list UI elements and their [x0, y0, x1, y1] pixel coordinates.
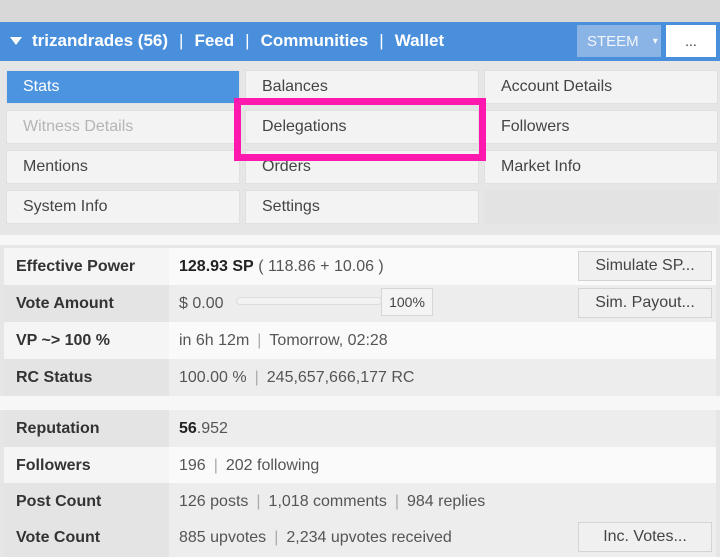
menu-item-settings[interactable]: Settings	[245, 190, 479, 224]
row-effective-power: Effective Power 128.93 SP ( 118.86 + 10.…	[4, 248, 716, 285]
row-label: VP ~> 100 %	[4, 322, 169, 359]
more-button[interactable]: ...	[666, 25, 716, 57]
header-nav: trizandrades (56) | Feed | Communities |…	[10, 31, 444, 51]
rc-value: 245,657,666,177 RC	[266, 368, 415, 386]
row-value: 100.00 % | 245,657,666,177 RC	[169, 359, 716, 396]
row-followers: Followers 196 | 202 following	[4, 447, 716, 484]
row-label: Reputation	[4, 410, 169, 447]
nav-separator: |	[379, 31, 384, 50]
value-separator: |	[256, 492, 261, 510]
row-label: Vote Amount	[4, 285, 169, 322]
row-vote-count: Vote Count 885 upvotes | 2,234 upvotes r…	[4, 519, 716, 557]
effective-power-detail: ( 118.86 + 10.06 )	[258, 257, 384, 275]
value-separator: |	[254, 368, 259, 386]
menu-item-system-info[interactable]: System Info	[6, 190, 240, 224]
row-value: 56.952	[169, 410, 716, 447]
inc-votes-button[interactable]: Inc. Votes...	[578, 522, 712, 552]
network-select[interactable]: STEEM ▾	[577, 25, 661, 57]
row-rc-status: RC Status 100.00 % | 245,657,666,177 RC	[4, 359, 716, 396]
nav-communities[interactable]: Communities	[261, 31, 369, 51]
dropdown-triangle-icon[interactable]	[10, 37, 22, 45]
value-separator: |	[257, 331, 262, 349]
menu-item-mentions[interactable]: Mentions	[6, 150, 240, 184]
vote-weight-slider[interactable]	[236, 297, 382, 305]
following-count: 202 following	[225, 456, 320, 474]
menu-empty-cell	[484, 190, 718, 224]
nav-separator: |	[179, 31, 184, 50]
menu-item-market-info[interactable]: Market Info	[484, 150, 718, 184]
row-label: RC Status	[4, 359, 169, 396]
network-select-value: STEEM	[587, 32, 639, 50]
vote-weight-percent[interactable]: 100%	[381, 288, 433, 316]
upvotes-received: 2,234 upvotes received	[286, 529, 452, 546]
followers-count: 196	[179, 456, 206, 474]
nav-separator: |	[245, 31, 250, 50]
row-value: in 6h 12m | Tomorrow, 02:28	[169, 322, 716, 359]
reputation-int: 56	[179, 419, 197, 437]
row-label: Followers	[4, 447, 169, 484]
row-vote-amount: Vote Amount $ 0.00 100% Sim. Payout...	[4, 285, 716, 322]
top-strip	[0, 0, 720, 22]
comments-count: 1,018 comments	[268, 492, 387, 510]
nav-feed[interactable]: Feed	[194, 31, 234, 51]
row-post-count: Post Count 126 posts | 1,018 comments | …	[4, 483, 716, 520]
vp-time: Tomorrow, 02:28	[269, 331, 388, 349]
menu-item-delegations[interactable]: Delegations	[245, 110, 479, 144]
slider-fill	[237, 298, 381, 304]
rc-percent: 100.00 %	[179, 368, 247, 386]
upvotes-count: 885 upvotes	[179, 529, 267, 546]
row-value: 196 | 202 following	[169, 447, 716, 484]
menu-item-orders[interactable]: Orders	[245, 150, 479, 184]
menu-item-balances[interactable]: Balances	[245, 70, 479, 104]
row-label: Effective Power	[4, 248, 169, 285]
reputation-dec: .952	[196, 419, 228, 437]
chevron-down-icon: ▾	[652, 35, 658, 47]
row-reputation: Reputation 56.952	[4, 410, 716, 447]
username-link[interactable]: trizandrades (56)	[32, 31, 168, 51]
replies-count: 984 replies	[406, 492, 486, 510]
row-value: 126 posts | 1,018 comments | 984 replies	[169, 483, 716, 520]
vote-amount-value: $ 0.00	[179, 294, 224, 312]
menu-item-followers[interactable]: Followers	[484, 110, 718, 144]
nav-wallet[interactable]: Wallet	[395, 31, 444, 51]
row-label: Vote Count	[4, 519, 169, 557]
value-separator: |	[394, 492, 399, 510]
vp-eta: in 6h 12m	[179, 331, 250, 349]
value-separator: |	[274, 529, 279, 546]
sim-payout-button[interactable]: Sim. Payout...	[578, 288, 712, 318]
menu-item-account-details[interactable]: Account Details	[484, 70, 718, 104]
menu-item-stats[interactable]: Stats	[6, 70, 240, 104]
row-vp: VP ~> 100 % in 6h 12m | Tomorrow, 02:28	[4, 322, 716, 359]
section-divider	[0, 396, 720, 410]
row-label: Post Count	[4, 483, 169, 520]
section-gap	[0, 235, 720, 245]
menu-item-witness-details: Witness Details	[6, 110, 240, 144]
stats-menu: Stats Balances Account Details Witness D…	[0, 61, 720, 235]
simulate-sp-button[interactable]: Simulate SP...	[578, 251, 712, 281]
effective-power-value: 128.93 SP	[179, 257, 254, 275]
posts-count: 126 posts	[179, 492, 249, 510]
value-separator: |	[213, 456, 218, 474]
